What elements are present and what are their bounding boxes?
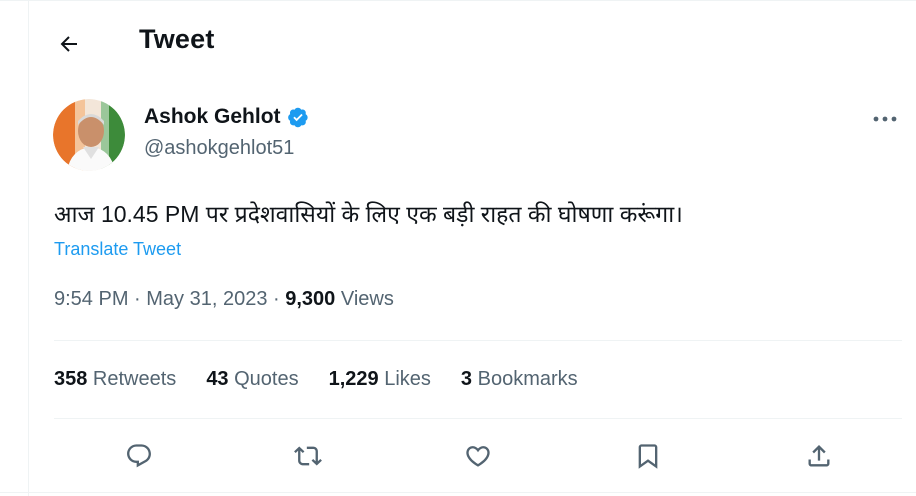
page-title: Tweet (139, 24, 215, 54)
arrow-left-icon (60, 36, 77, 52)
meta-separator: · (128, 288, 147, 310)
divider (54, 340, 902, 341)
stat-count: 43 (206, 368, 229, 390)
action-bar (29, 432, 916, 480)
tweet-panel: Tweet Ashok Gehlot @ashokgehlot51 आज 10.… (28, 0, 916, 496)
meta-separator: · (267, 288, 286, 310)
stat-count: 3 (460, 368, 473, 390)
header: Tweet (29, 0, 916, 84)
views-count: 9,300 (285, 288, 336, 310)
tweet-time[interactable]: 9:54 PM (54, 288, 128, 310)
stat-label: Likes (378, 368, 431, 390)
stat-label: Bookmarks (472, 368, 578, 390)
stat-likes[interactable]: 1,229 Likes (329, 368, 431, 391)
tweet-stats: 358 Retweets 43 Quotes 1,229 Likes 3 Boo… (54, 368, 608, 391)
bottom-border (0, 492, 916, 493)
more-button[interactable] (865, 104, 905, 134)
retweet-icon (294, 446, 322, 466)
bookmark-button[interactable] (628, 436, 668, 476)
avatar[interactable] (53, 99, 125, 171)
tweet-date[interactable]: May 31, 2023 (146, 288, 267, 310)
like-button[interactable] (458, 436, 498, 476)
share-icon (808, 445, 830, 467)
retweet-button[interactable] (288, 436, 328, 476)
stat-retweets[interactable]: 358 Retweets (54, 368, 176, 391)
translate-tweet-link[interactable]: Translate Tweet (54, 239, 181, 260)
stat-count: 358 (54, 368, 88, 390)
reply-button[interactable] (119, 436, 159, 476)
tweet-text: आज 10.45 PM पर प्रदेशवासियों के लिए एक ब… (54, 201, 683, 227)
stat-bookmarks[interactable]: 3 Bookmarks (461, 368, 578, 391)
back-button[interactable] (51, 26, 87, 62)
views-label: Views (335, 288, 394, 310)
author-handle[interactable]: @ashokgehlot51 (144, 137, 294, 160)
like-icon (466, 446, 490, 467)
stat-label: Retweets (87, 368, 177, 390)
avatar-image (53, 99, 125, 171)
more-horizontal-icon (873, 116, 897, 122)
bookmark-icon (638, 444, 658, 469)
verified-badge-icon (287, 107, 308, 128)
reply-icon (127, 444, 151, 468)
stat-quotes[interactable]: 43 Quotes (206, 368, 298, 391)
author-name-row[interactable]: Ashok Gehlot (144, 105, 309, 129)
tweet-meta: 9:54 PM · May 31, 2023 · 9,300 Views (54, 288, 394, 311)
stat-label: Quotes (228, 368, 299, 390)
author-name[interactable]: Ashok Gehlot (144, 105, 281, 129)
stat-count: 1,229 (328, 368, 379, 390)
divider (54, 418, 902, 419)
share-button[interactable] (799, 436, 839, 476)
